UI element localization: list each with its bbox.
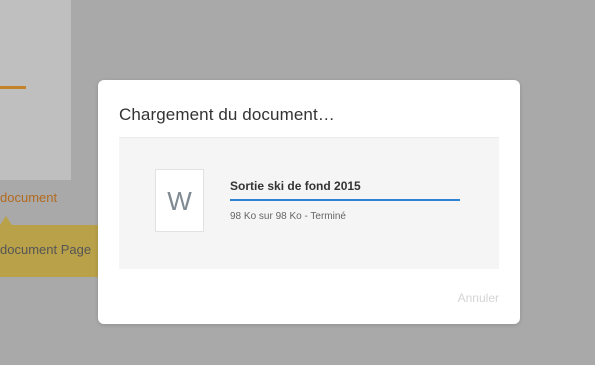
upload-progress-bar <box>230 199 460 201</box>
background-document-thumbnail <box>0 0 71 180</box>
dialog-title: Chargement du document… <box>119 105 335 124</box>
upload-item-panel: W Sortie ski de fond 2015 98 Ko sur 98 K… <box>119 137 499 269</box>
background-thumbnail-accent <box>0 86 26 89</box>
word-document-icon: W <box>155 169 204 232</box>
background-tooltip-notch <box>0 216 12 225</box>
file-status: 98 Ko sur 98 Ko - Terminé <box>230 211 346 222</box>
upload-progress-fill <box>230 199 460 201</box>
upload-dialog: Chargement du document… W Sortie ski de … <box>98 80 520 324</box>
file-name: Sortie ski de fond 2015 <box>230 179 361 193</box>
file-icon-letter: W <box>167 186 192 216</box>
background-tooltip-text: document Page <box>0 242 92 257</box>
background-document-label: document <box>0 190 58 205</box>
cancel-button[interactable]: Annuler <box>458 291 499 305</box>
